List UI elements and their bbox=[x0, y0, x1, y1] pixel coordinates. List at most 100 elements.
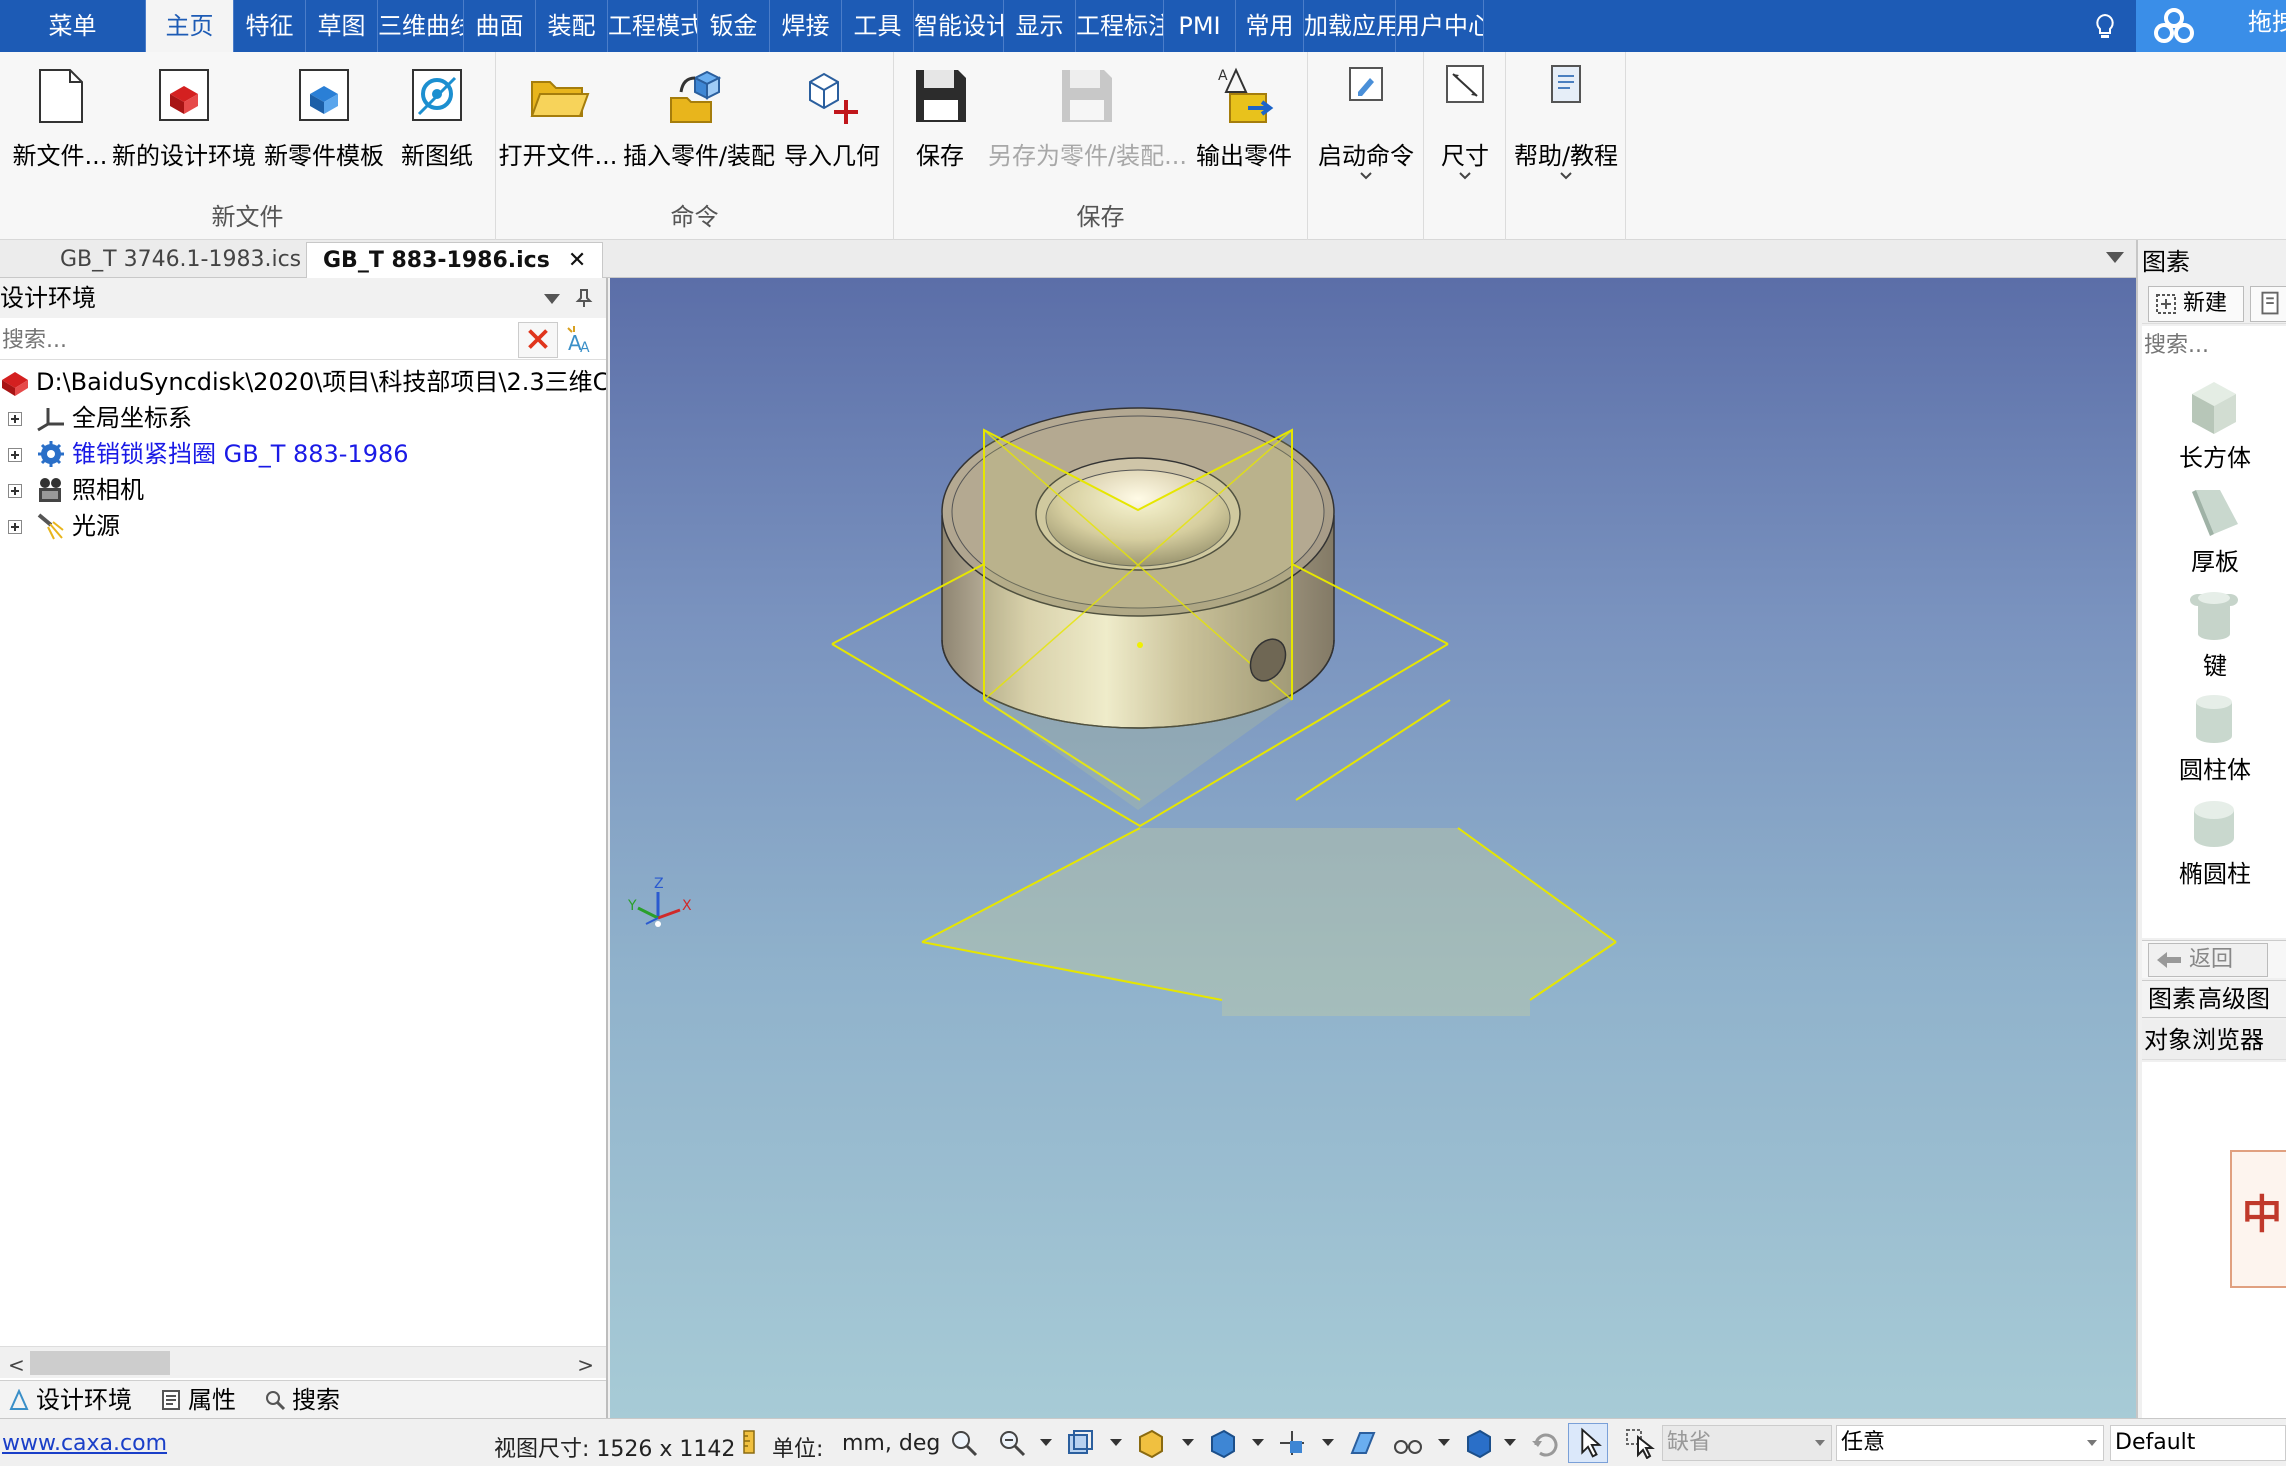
tree-item-light[interactable]: 光源 bbox=[0, 508, 606, 544]
insert-part-button[interactable]: 插入零件/装配 bbox=[618, 58, 780, 198]
menu-item[interactable]: 焊接 bbox=[770, 0, 842, 52]
new-file-button[interactable]: 新文件... bbox=[4, 58, 116, 198]
new-file-icon bbox=[39, 69, 83, 123]
menu-item[interactable]: 菜单 bbox=[0, 0, 146, 52]
menu-item[interactable]: 加载应用程 bbox=[1304, 0, 1396, 52]
scroll-left-icon[interactable]: < bbox=[8, 1353, 25, 1377]
menu-item[interactable]: 三维曲线 bbox=[378, 0, 464, 52]
new-design-env-button[interactable]: 新的设计环境 bbox=[112, 58, 256, 198]
design-env-tab-icon bbox=[9, 1389, 29, 1410]
glasses-dropdown-icon[interactable] bbox=[1438, 1439, 1450, 1446]
menu-item[interactable]: 显示 bbox=[1004, 0, 1076, 52]
scroll-thumb[interactable] bbox=[30, 1351, 170, 1375]
doc-tab-gb3746[interactable]: GB_T 3746.1-1983.ics bbox=[44, 242, 317, 278]
insert-part-icon bbox=[670, 70, 722, 123]
3d-viewport[interactable]: Z X Y bbox=[610, 278, 2136, 1418]
section-icon[interactable] bbox=[1346, 1427, 1378, 1459]
view-cube-dropdown-icon[interactable] bbox=[1182, 1439, 1194, 1446]
tab-advanced-elements[interactable]: 高级图 bbox=[2198, 981, 2270, 1017]
light-icon bbox=[37, 513, 64, 540]
menu-item[interactable]: 特征 bbox=[234, 0, 306, 52]
view-orient-dropdown-icon[interactable] bbox=[1110, 1439, 1122, 1446]
unit-value[interactable]: mm, deg bbox=[842, 1431, 940, 1456]
launch-command-icon bbox=[1349, 67, 1383, 101]
display-dropdown-icon[interactable] bbox=[1504, 1439, 1516, 1446]
expand-icon[interactable] bbox=[8, 448, 22, 462]
website-link[interactable]: www.caxa.com bbox=[2, 1431, 167, 1456]
cloud-panel[interactable]: 拖拽 bbox=[2136, 0, 2286, 52]
menu-item[interactable]: 工程标注 bbox=[1076, 0, 1164, 52]
filter-icon[interactable]: A A bbox=[564, 322, 600, 358]
render-mode-icon[interactable] bbox=[1206, 1427, 1238, 1459]
expand-icon[interactable] bbox=[8, 520, 22, 534]
filter-any-select[interactable]: 任意 bbox=[1836, 1425, 2104, 1461]
zoom-dropdown-icon[interactable] bbox=[1040, 1439, 1052, 1446]
tree-search-input[interactable] bbox=[0, 322, 516, 358]
menu-item[interactable]: 用户中心 bbox=[1396, 0, 1484, 52]
menu-item[interactable]: 草图 bbox=[306, 0, 378, 52]
document-tabs: GB_T 3746.1-1983.ics GB_T 883-1986.ics ✕ bbox=[0, 240, 2136, 278]
elliptic-cylinder-icon bbox=[2194, 801, 2234, 847]
menu-item[interactable]: 主页 bbox=[146, 0, 234, 52]
tree-item-global-coords[interactable]: 全局坐标系 bbox=[0, 400, 606, 436]
display-mode-icon[interactable] bbox=[1462, 1427, 1494, 1459]
panel-menu-icon[interactable] bbox=[544, 294, 560, 304]
export-part-button[interactable]: A 输出零件 bbox=[1192, 58, 1296, 198]
expand-icon[interactable] bbox=[8, 484, 22, 498]
elements-search-input[interactable] bbox=[2142, 326, 2286, 364]
expand-icon[interactable] bbox=[8, 412, 22, 426]
filter-default-select[interactable]: 缺省 bbox=[1662, 1425, 1832, 1461]
menu-item[interactable]: 工程模式零 bbox=[608, 0, 698, 52]
tree-item-camera[interactable]: 照相机 bbox=[0, 472, 606, 508]
shape-elliptic-cylinder[interactable]: 椭圆柱 bbox=[2142, 780, 2286, 930]
svg-text:A: A bbox=[580, 340, 590, 356]
tree-item-part[interactable]: 锥销锁紧挡圈 GB_T 883-1986 bbox=[0, 436, 606, 472]
new-part-template-button[interactable]: 新零件模板 bbox=[258, 58, 390, 198]
import-geometry-button[interactable]: 导入几何 bbox=[780, 58, 884, 198]
scroll-right-icon[interactable]: > bbox=[577, 1353, 594, 1377]
tab-elements[interactable]: 图素 bbox=[2148, 981, 2196, 1017]
save-button[interactable]: 保存 bbox=[908, 58, 972, 198]
zoom-icon[interactable] bbox=[948, 1427, 980, 1459]
menu-item[interactable]: PMI bbox=[1164, 0, 1236, 52]
menu-item[interactable]: 工具 bbox=[842, 0, 914, 52]
move-part-icon[interactable] bbox=[1276, 1427, 1308, 1459]
glasses-icon[interactable] bbox=[1392, 1427, 1424, 1459]
close-tab-icon[interactable]: ✕ bbox=[568, 248, 586, 273]
undo-view-icon[interactable] bbox=[1528, 1427, 1560, 1459]
zoom-window-icon[interactable] bbox=[996, 1427, 1028, 1459]
dimension-button[interactable]: 尺寸 bbox=[1430, 58, 1500, 198]
horizontal-scrollbar[interactable]: < > bbox=[0, 1346, 606, 1378]
tree-item-design-env[interactable]: D:\BaiduSyncdisk\2020\项目\科技部项目\2.3三维CA bbox=[0, 364, 606, 400]
view-cube-icon[interactable] bbox=[1134, 1427, 1166, 1459]
tree-search: A A bbox=[0, 320, 606, 360]
object-browser-header[interactable]: 对象浏览器 bbox=[2142, 1020, 2286, 1060]
pin-icon[interactable] bbox=[574, 288, 594, 308]
move-dropdown-icon[interactable] bbox=[1322, 1439, 1334, 1446]
select-cursor-button[interactable] bbox=[1568, 1423, 1608, 1463]
pick-filter-icon[interactable] bbox=[1624, 1427, 1656, 1459]
menu-item[interactable]: 曲面 bbox=[464, 0, 536, 52]
open-file-button[interactable]: 打开文件... bbox=[496, 58, 620, 198]
menu-item[interactable]: 智能设计扎 bbox=[914, 0, 1004, 52]
view-orient-icon[interactable] bbox=[1064, 1427, 1096, 1459]
menu-item[interactable]: 常用 bbox=[1236, 0, 1304, 52]
help-button[interactable]: 帮助/教程 bbox=[1510, 58, 1622, 198]
save-as-part-button[interactable]: 另存为零件/装配... bbox=[988, 58, 1187, 198]
menu-item[interactable]: 装配 bbox=[536, 0, 608, 52]
doc-tab-gb883[interactable]: GB_T 883-1986.ics ✕ bbox=[306, 242, 604, 278]
style-select[interactable]: Default bbox=[2110, 1425, 2286, 1461]
menu-item[interactable]: 钣金 bbox=[698, 0, 770, 52]
lightbulb-icon[interactable] bbox=[2090, 12, 2120, 42]
back-button[interactable]: 返回 bbox=[2148, 943, 2268, 977]
axis-triad: Z X Y bbox=[627, 876, 692, 927]
chevron-down-icon bbox=[1459, 172, 1471, 180]
launch-command-button[interactable]: 启动命令 bbox=[1316, 58, 1416, 198]
render-mode-dropdown-icon[interactable] bbox=[1252, 1439, 1264, 1446]
new-element-button[interactable]: 新建 bbox=[2148, 286, 2244, 322]
design-tree: D:\BaiduSyncdisk\2020\项目\科技部项目\2.3三维CA 全… bbox=[0, 364, 606, 544]
catalog-icon[interactable] bbox=[2250, 286, 2286, 322]
new-drawing-button[interactable]: 新图纸 bbox=[392, 58, 482, 198]
clear-search-button[interactable] bbox=[518, 322, 558, 358]
tab-list-dropdown-icon[interactable] bbox=[2106, 252, 2124, 263]
